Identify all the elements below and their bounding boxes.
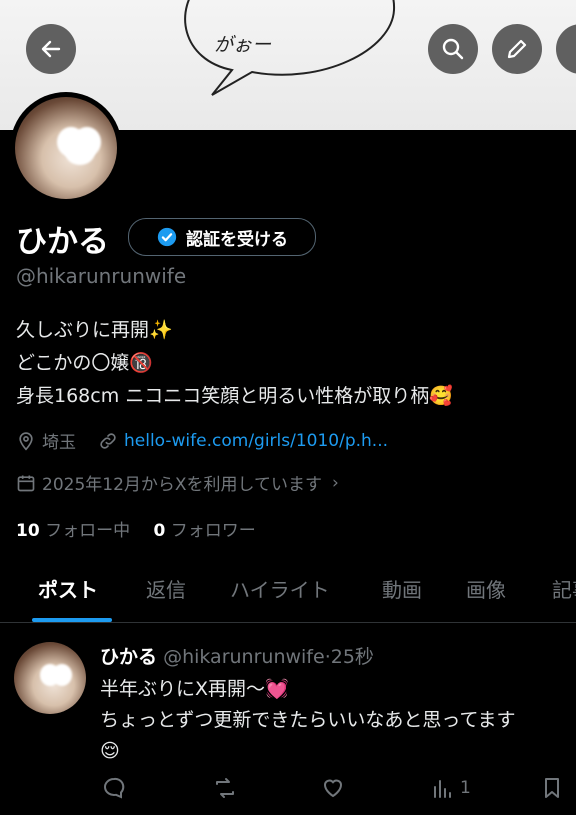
views-count: 1	[460, 778, 471, 798]
post-line: 😌	[100, 740, 120, 762]
get-verified-label: 認証を受ける	[186, 229, 288, 250]
post-text[interactable]: 半年ぶりにX再開〜💓 ちょっとずつ更新できたらいいなあと思ってます 😌	[100, 674, 516, 767]
location-text: 埼玉	[42, 433, 76, 453]
location-pin-icon	[19, 431, 33, 451]
post-actions: 1	[100, 776, 576, 806]
tab-images[interactable]: 画像	[466, 574, 506, 603]
tab-replies[interactable]: 返信	[146, 574, 186, 603]
tab-highlights[interactable]: ハイライト	[230, 574, 330, 603]
post-avatar[interactable]	[14, 642, 86, 714]
profile-bio: 久しぶりに再開✨ どこかの〇嬢🔞 身長168cm ニコニコ笑顔と明るい性格が取り…	[16, 314, 453, 413]
post-author-name[interactable]: ひかる	[100, 646, 157, 668]
profile-avatar[interactable]	[10, 92, 122, 204]
bookmark-button[interactable]	[540, 776, 564, 800]
repost-button[interactable]	[212, 776, 238, 800]
post-header: ひかる @hikarunrunwife·25秒	[100, 642, 374, 669]
like-icon	[323, 779, 343, 798]
repost-icon	[216, 778, 234, 798]
search-button[interactable]	[428, 24, 478, 74]
more-button[interactable]	[556, 24, 576, 74]
profile-tabs: ポスト 返信 ハイライト 動画 画像 記事	[0, 560, 576, 623]
calendar-icon	[17, 475, 35, 491]
get-verified-button[interactable]: 認証を受ける	[128, 218, 316, 256]
views-button[interactable]: 1	[430, 776, 471, 800]
avatar-image	[15, 97, 117, 199]
following-label: フォロー中	[45, 521, 131, 541]
edit-button[interactable]	[492, 24, 542, 74]
speech-bubble-drawing	[184, 0, 396, 96]
following-link[interactable]: 10 フォロー中	[16, 521, 130, 541]
reply-button[interactable]	[102, 776, 126, 800]
tab-videos[interactable]: 動画	[382, 574, 422, 603]
followers-count: 0	[153, 521, 166, 541]
active-tab-indicator	[32, 618, 112, 622]
bookmark-icon	[545, 778, 559, 798]
post-line: ちょっとずつ更新できたらいいなあと思ってます	[100, 709, 516, 731]
following-count: 10	[16, 521, 40, 541]
post-author-handle[interactable]: @hikarunrunwife	[163, 646, 325, 668]
reply-icon	[104, 777, 125, 799]
post-line: 半年ぶりにX再開〜💓	[100, 678, 289, 700]
views-icon	[434, 780, 451, 798]
follow-stats: 10 フォロー中 0 フォロワー	[16, 516, 256, 541]
pencil-icon	[507, 39, 527, 59]
bubble-text: がぉー	[214, 34, 272, 56]
post-time: 25秒	[330, 646, 374, 668]
tab-posts[interactable]: ポスト	[38, 574, 98, 603]
bio-line: 久しぶりに再開✨	[16, 319, 173, 341]
chevron-right-icon: ›	[332, 472, 339, 493]
profile-meta: 埼玉 hello-wife.com/girls/1010/p.h...	[16, 428, 388, 453]
like-button[interactable]	[320, 776, 346, 800]
verified-badge-icon	[157, 227, 177, 247]
followers-label: フォロワー	[170, 521, 256, 541]
back-button[interactable]	[26, 24, 76, 74]
search-icon	[442, 38, 464, 60]
tab-articles[interactable]: 記事	[552, 574, 576, 603]
link-icon	[100, 432, 116, 449]
bio-line: 身長168cm ニコニコ笑顔と明るい性格が取り柄🥰	[16, 385, 453, 407]
profile-name: ひかる	[16, 224, 109, 260]
website-link[interactable]: hello-wife.com/girls/1010/p.h...	[124, 431, 388, 451]
joined-text: 2025年12月からXを利用しています	[42, 475, 323, 495]
joined-date[interactable]: 2025年12月からXを利用しています ›	[16, 470, 339, 495]
bio-line: どこかの〇嬢🔞	[16, 352, 154, 374]
followers-link[interactable]: 0 フォロワー	[153, 521, 255, 541]
back-arrow-icon	[41, 40, 61, 58]
profile-handle: @hikarunrunwife	[16, 264, 187, 288]
